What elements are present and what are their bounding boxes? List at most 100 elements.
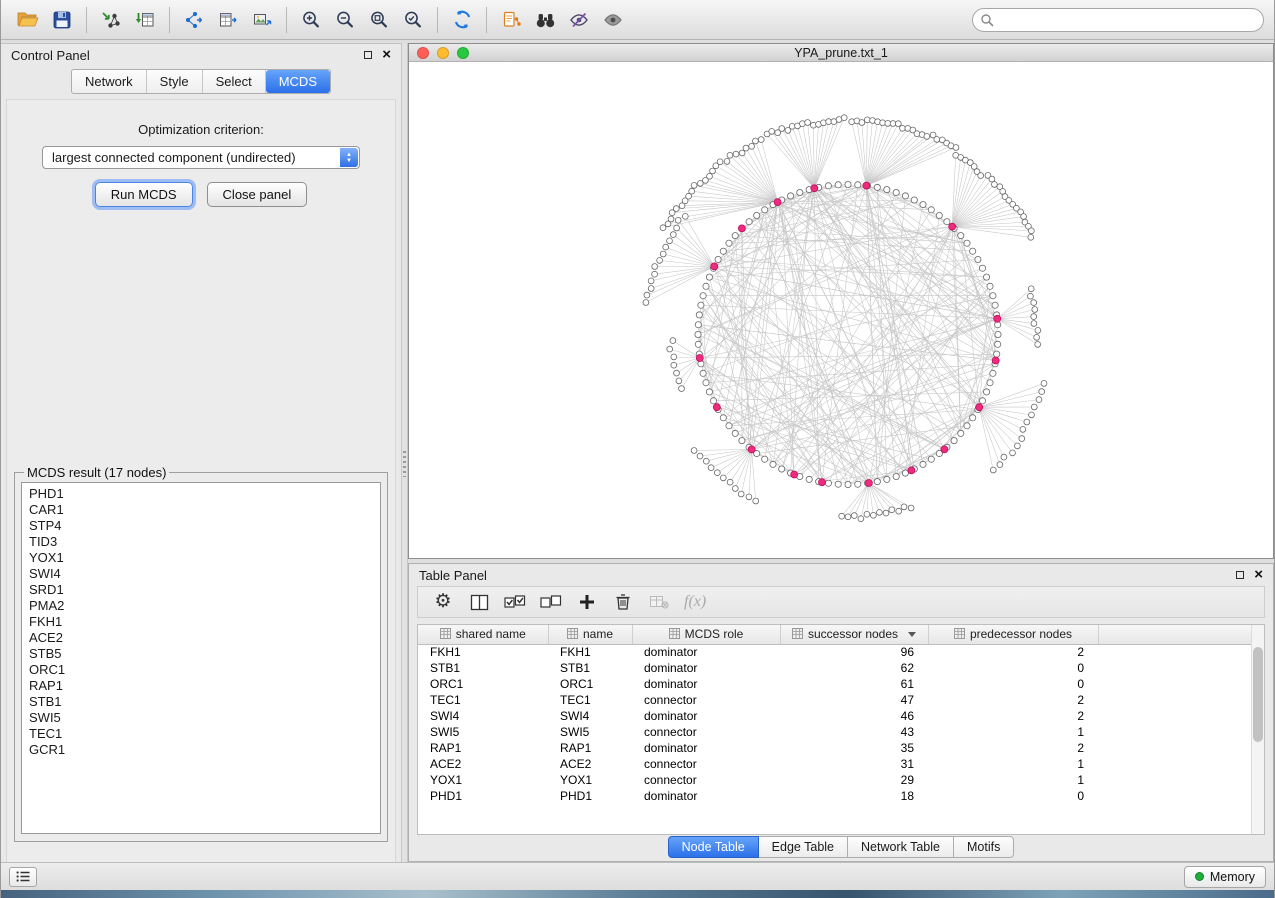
dominator-node[interactable] [696, 355, 703, 362]
network-node[interactable] [749, 143, 755, 149]
network-node[interactable] [944, 219, 950, 225]
network-node[interactable] [997, 462, 1003, 468]
network-node[interactable] [990, 467, 996, 473]
column-header-successor-nodes[interactable]: successor nodes [780, 625, 928, 644]
network-node[interactable] [871, 512, 877, 518]
network-node[interactable] [990, 293, 996, 299]
network-node[interactable] [928, 207, 934, 213]
network-node[interactable] [695, 322, 701, 328]
export-network-button[interactable] [177, 5, 211, 35]
network-node[interactable] [893, 189, 899, 195]
network-node[interactable] [670, 338, 676, 344]
network-node[interactable] [770, 461, 776, 467]
network-node[interactable] [1031, 404, 1037, 410]
network-node[interactable] [990, 370, 996, 376]
network-node[interactable] [839, 513, 845, 519]
export-image-button[interactable] [245, 5, 279, 35]
mcds-result-item[interactable]: SWI4 [29, 566, 380, 582]
zoom-selected-button[interactable] [396, 5, 430, 35]
tab-select[interactable]: Select [203, 70, 266, 93]
network-node[interactable] [698, 302, 704, 308]
network-node[interactable] [676, 378, 682, 384]
network-node[interactable] [738, 491, 744, 497]
zoom-out-button[interactable] [328, 5, 362, 35]
network-node[interactable] [901, 504, 907, 510]
dominator-node[interactable] [865, 480, 872, 487]
network-node[interactable] [743, 145, 749, 151]
network-node[interactable] [695, 331, 701, 337]
network-node[interactable] [924, 134, 930, 140]
network-node[interactable] [1001, 454, 1007, 460]
network-node[interactable] [739, 438, 745, 444]
network-node[interactable] [896, 508, 902, 514]
first-neighbors-button[interactable] [528, 5, 562, 35]
network-node[interactable] [911, 197, 917, 203]
table-row[interactable]: RAP1RAP1dominator352 [418, 740, 1251, 756]
show-all-button[interactable] [596, 5, 630, 35]
network-node[interactable] [958, 430, 964, 436]
network-node[interactable] [1035, 342, 1041, 348]
network-node[interactable] [883, 510, 889, 516]
tab-node-table[interactable]: Node Table [668, 836, 759, 858]
network-node[interactable] [769, 129, 775, 135]
tab-network-table[interactable]: Network Table [848, 836, 954, 858]
table-row[interactable]: ACE2ACE2connector311 [418, 756, 1251, 772]
network-node[interactable] [706, 389, 712, 395]
network-node[interactable] [779, 126, 785, 132]
network-node[interactable] [858, 516, 864, 522]
network-node[interactable] [746, 494, 752, 500]
sort-chevron-icon[interactable] [908, 632, 916, 637]
table-settings-button[interactable]: ⚙ [432, 591, 454, 613]
network-node[interactable] [825, 480, 831, 486]
network-node[interactable] [889, 507, 895, 513]
network-node[interactable] [732, 430, 738, 436]
delete-column-button[interactable] [612, 591, 634, 613]
network-node[interactable] [978, 173, 984, 179]
network-node[interactable] [797, 189, 803, 195]
maximize-window-icon[interactable] [457, 47, 469, 59]
mcds-result-item[interactable]: YOX1 [29, 550, 380, 566]
column-header-name[interactable]: name [548, 625, 632, 644]
network-node[interactable] [674, 225, 680, 231]
table-scrollbar[interactable] [1251, 625, 1264, 834]
network-node[interactable] [1021, 214, 1027, 220]
unselect-all-button[interactable] [540, 591, 562, 613]
network-node[interactable] [720, 248, 726, 254]
network-node[interactable] [859, 120, 865, 126]
show-columns-button[interactable] [468, 591, 490, 613]
network-node[interactable] [1020, 427, 1026, 433]
network-node[interactable] [979, 265, 985, 271]
network-node[interactable] [1039, 389, 1045, 395]
table-row[interactable]: PHD1PHD1dominator180 [418, 788, 1251, 804]
mcds-result-item[interactable]: STB5 [29, 646, 380, 662]
network-node[interactable] [739, 150, 745, 156]
network-node[interactable] [920, 202, 926, 208]
network-node[interactable] [1015, 443, 1021, 449]
network-node[interactable] [835, 182, 841, 188]
network-node[interactable] [920, 461, 926, 467]
dominator-node[interactable] [908, 467, 915, 474]
column-header-predecessor-nodes[interactable]: predecessor nodes [928, 625, 1098, 644]
network-node[interactable] [727, 479, 733, 485]
network-node[interactable] [1034, 335, 1040, 341]
table-row[interactable]: SWI4SWI4dominator462 [418, 708, 1251, 724]
network-node[interactable] [648, 286, 654, 292]
network-node[interactable] [1029, 412, 1035, 418]
minimize-window-icon[interactable] [437, 47, 449, 59]
dominator-node[interactable] [941, 446, 948, 453]
network-node[interactable] [726, 423, 732, 429]
network-node[interactable] [707, 173, 713, 179]
network-node[interactable] [874, 184, 880, 190]
network-node[interactable] [845, 481, 851, 487]
network-node[interactable] [762, 207, 768, 213]
network-node[interactable] [845, 181, 851, 187]
network-node[interactable] [706, 274, 712, 280]
network-node[interactable] [1031, 314, 1037, 320]
mcds-result-item[interactable]: PMA2 [29, 598, 380, 614]
mcds-result-item[interactable]: ACE2 [29, 630, 380, 646]
table-row[interactable]: FKH1FKH1dominator962 [418, 644, 1251, 660]
network-node[interactable] [1031, 300, 1037, 306]
dominator-node[interactable] [711, 263, 718, 270]
network-node[interactable] [964, 240, 970, 246]
network-node[interactable] [902, 193, 908, 199]
